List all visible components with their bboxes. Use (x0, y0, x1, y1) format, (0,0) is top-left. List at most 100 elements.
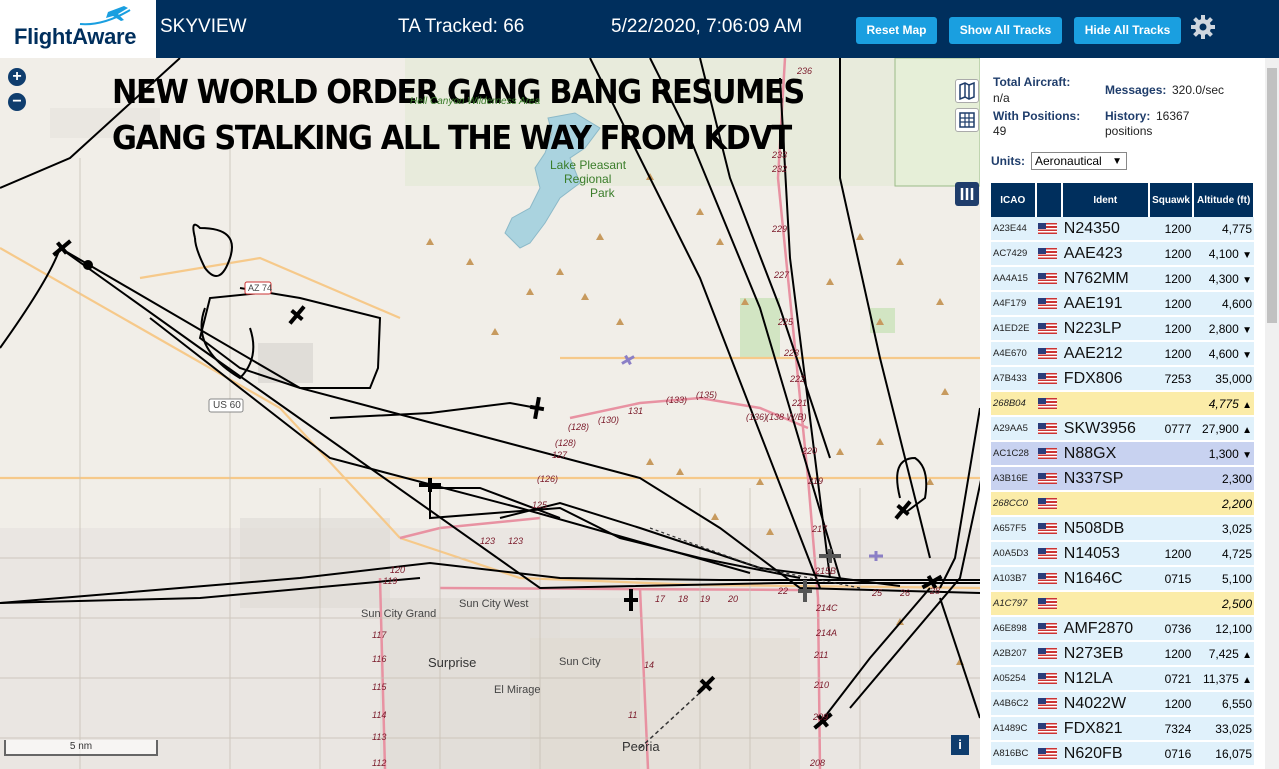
row-altitude: 4,775 ▲ (1193, 391, 1254, 417)
table-row[interactable]: A657F5 N508DB 3,025 (991, 516, 1254, 542)
table-row[interactable]: A1ED2E N223LP 1200 2,800 ▼ (991, 316, 1254, 342)
row-squawk: 7324 (1148, 716, 1194, 742)
altitude-trend-icon: ▼ (1242, 324, 1252, 336)
zoom-in-button[interactable]: + (8, 68, 26, 86)
aircraft-table: ICAO Ident Squawk Altitude (ft) A23E44 N2… (991, 183, 1255, 767)
table-row[interactable]: A4B6C2 N4022W 1200 6,550 (991, 691, 1254, 717)
sun-city-west-label: Sun City West (459, 598, 529, 610)
altitude-value: 27,900 (1202, 421, 1239, 436)
row-flag (1035, 366, 1062, 392)
us-flag-icon (1037, 223, 1057, 235)
row-ident: N14053 (1061, 541, 1149, 567)
svg-text:232: 232 (771, 164, 787, 174)
row-icao: A657F5 (991, 516, 1036, 542)
svg-text:116: 116 (372, 654, 386, 664)
overlay-text-line2: GANG STALKING ALL THE WAY FROM KDVT (112, 118, 792, 157)
row-squawk: 0716 (1148, 741, 1194, 767)
row-squawk: 1200 (1148, 541, 1194, 567)
table-row[interactable]: AA4A15 N762MM 1200 4,300 ▼ (991, 266, 1254, 292)
table-row[interactable]: 268CC0 2,200 (991, 491, 1254, 517)
map-layers-button[interactable] (955, 79, 979, 103)
col-squawk[interactable]: Squawk (1148, 183, 1195, 217)
info-button[interactable]: i (951, 735, 969, 755)
row-icao: A4B6C2 (991, 691, 1036, 717)
row-ident: N762MM (1061, 266, 1149, 292)
table-row[interactable]: AC7429 AAE423 1200 4,100 ▼ (991, 241, 1254, 267)
table-row[interactable]: A1C797 2,500 (991, 591, 1254, 617)
us-flag-icon (1037, 598, 1057, 610)
us-flag-icon (1037, 348, 1057, 360)
altitude-value: 5,100 (1221, 571, 1252, 586)
row-squawk (1148, 491, 1194, 517)
col-altitude[interactable]: Altitude (ft) (1193, 183, 1255, 217)
row-altitude: 4,600 ▼ (1193, 341, 1254, 367)
gear-icon[interactable] (1190, 14, 1216, 40)
table-row[interactable]: A6E898 AMF2870 0736 12,100 (991, 616, 1254, 642)
altitude-value: 4,775 (1221, 221, 1252, 236)
col-flag[interactable] (1035, 183, 1063, 217)
table-row[interactable]: A0A5D3 N14053 1200 4,725 (991, 541, 1254, 567)
row-flag (1035, 691, 1062, 717)
grid-toggle-button[interactable] (955, 108, 979, 132)
svg-text:(136): (136) (746, 412, 767, 422)
row-squawk: 1200 (1148, 341, 1194, 367)
row-flag (1035, 391, 1062, 417)
table-row[interactable]: A103B7 N1646C 0715 5,100 (991, 566, 1254, 592)
altitude-value: 2,300 (1221, 471, 1252, 486)
row-squawk: 1200 (1148, 291, 1194, 317)
table-row[interactable]: AC1C28 N88GX 1,300 ▼ (991, 441, 1254, 467)
us-flag-icon (1037, 673, 1057, 685)
columns-toggle-button[interactable] (955, 182, 979, 206)
table-row[interactable]: A4F179 AAE191 1200 4,600 (991, 291, 1254, 317)
row-squawk: 1200 (1148, 641, 1194, 667)
row-ident: N4022W (1061, 691, 1149, 717)
row-icao: AA4A15 (991, 266, 1036, 292)
row-altitude: 2,300 (1193, 466, 1254, 492)
row-flag (1035, 491, 1062, 517)
table-row[interactable]: A3B16E N337SP 2,300 (991, 466, 1254, 492)
total-aircraft-value: n/a (993, 91, 1010, 105)
zoom-out-button[interactable]: − (8, 93, 26, 111)
row-ident: AMF2870 (1061, 616, 1149, 642)
row-altitude: 5,100 (1193, 566, 1254, 592)
col-ident[interactable]: Ident (1061, 183, 1150, 217)
row-ident: N223LP (1061, 316, 1149, 342)
table-row[interactable]: A29AA5 SKW3956 0777 27,900 ▲ (991, 416, 1254, 442)
table-row[interactable]: A2B207 N273EB 1200 7,425 ▲ (991, 641, 1254, 667)
table-row[interactable]: A816BC N620FB 0716 16,075 (991, 741, 1254, 767)
row-altitude: 4,300 ▼ (1193, 266, 1254, 292)
row-squawk (1148, 516, 1194, 542)
row-flag (1035, 666, 1062, 692)
flightaware-logo[interactable]: FlightAware (0, 0, 156, 58)
row-squawk: 1200 (1148, 217, 1194, 242)
col-icao[interactable]: ICAO (991, 183, 1037, 217)
table-row[interactable]: A1489C FDX821 7324 33,025 (991, 716, 1254, 742)
scrollbar-thumb[interactable] (1267, 68, 1277, 323)
units-select[interactable]: Aeronautical ▼ (1031, 152, 1127, 170)
table-row[interactable]: A05254 N12LA 0721 11,375 ▲ (991, 666, 1254, 692)
table-row[interactable]: A7B433 FDX806 7253 35,000 (991, 366, 1254, 392)
svg-text:20: 20 (727, 594, 738, 604)
altitude-value: 16,075 (1215, 746, 1252, 761)
table-row[interactable]: A4E670 AAE212 1200 4,600 ▼ (991, 341, 1254, 367)
table-row[interactable]: A23E44 N24350 1200 4,775 (991, 217, 1254, 242)
top-bar: FlightAware SKYVIEW TA Tracked: 66 5/22/… (0, 0, 1279, 58)
show-all-tracks-button[interactable]: Show All Tracks (949, 17, 1062, 44)
row-squawk: 0721 (1148, 666, 1194, 692)
altitude-value: 4,600 (1208, 346, 1239, 361)
row-altitude: 1,300 ▼ (1193, 441, 1254, 467)
us-flag-icon (1037, 648, 1057, 660)
svg-text:229: 229 (771, 224, 787, 234)
row-squawk (1148, 391, 1194, 417)
history-unit: positions (1105, 124, 1153, 138)
reset-map-button[interactable]: Reset Map (856, 17, 937, 44)
row-ident: N273EB (1061, 641, 1149, 667)
table-row[interactable]: 268B04 4,775 ▲ (991, 391, 1254, 417)
svg-text:215B: 215B (814, 566, 836, 576)
us-flag-icon (1037, 623, 1057, 635)
map-area[interactable]: 236 233 232 229 227 225 223 222 221 220 219 217 … (0, 58, 980, 769)
panel-scrollbar[interactable] (1265, 58, 1279, 769)
total-aircraft-label: Total Aircraft: (993, 75, 1071, 89)
hide-all-tracks-button[interactable]: Hide All Tracks (1074, 17, 1181, 44)
altitude-value: 6,550 (1221, 696, 1252, 711)
